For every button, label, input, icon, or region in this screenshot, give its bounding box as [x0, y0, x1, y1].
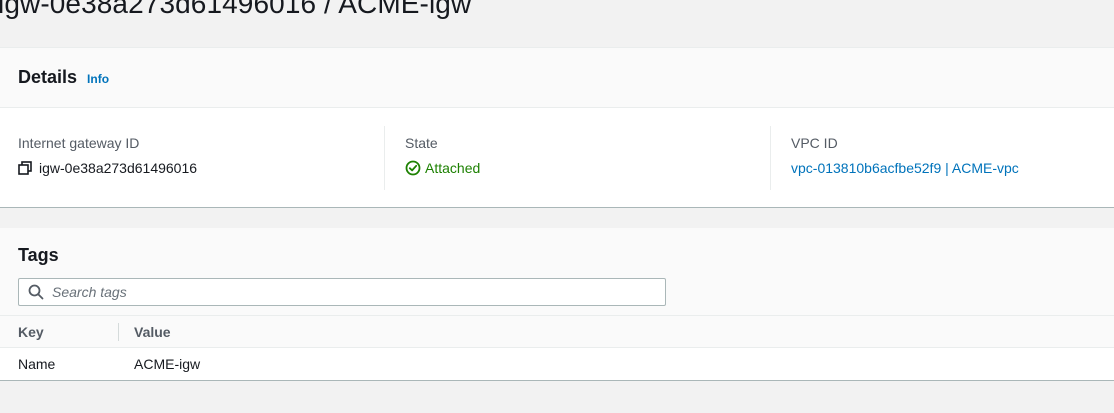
- column-header-key[interactable]: Key: [0, 322, 119, 341]
- vpc-field: vpc-013810b6acfbe52f9 | ACME-vpc: [791, 160, 1114, 176]
- state-label: State: [405, 135, 438, 151]
- tags-search-box[interactable]: [18, 278, 666, 306]
- column-header-value[interactable]: Value: [119, 324, 171, 340]
- gateway-id-field: igw-0e38a273d61496016: [18, 160, 384, 176]
- gateway-id-label: Internet gateway ID: [18, 135, 140, 151]
- tag-key-cell: Name: [18, 356, 56, 372]
- details-title: Details: [18, 67, 78, 87]
- state-column: State Attached: [385, 126, 771, 190]
- details-panel: Details Info Internet gateway ID igw-0e3…: [0, 47, 1114, 208]
- vpc-link[interactable]: vpc-013810b6acfbe52f9 | ACME-vpc: [791, 160, 1019, 176]
- gateway-id-column: Internet gateway ID igw-0e38a273d6149601…: [0, 126, 385, 190]
- tags-title: Tags: [18, 245, 59, 265]
- vpc-label: VPC ID: [791, 135, 838, 151]
- details-info-link[interactable]: Info: [87, 72, 109, 86]
- search-icon: [28, 284, 44, 300]
- tags-search-input[interactable]: [52, 284, 642, 300]
- tags-header: Tags: [0, 228, 1114, 316]
- tags-table-header: Key Value: [0, 316, 1114, 348]
- page-title: igw-0e38a273d61496016 / ACME-igw: [0, 0, 472, 19]
- tag-value-cell: ACME-igw: [134, 356, 201, 372]
- details-header: Details Info: [0, 48, 1114, 108]
- table-row: Name ACME-igw: [0, 348, 1114, 380]
- gateway-id-value: igw-0e38a273d61496016: [39, 160, 198, 176]
- tags-panel: Tags Key Value Name ACME-igw: [0, 228, 1114, 381]
- status-positive-icon: [405, 160, 421, 176]
- state-field: Attached: [405, 160, 770, 176]
- details-columns: Internet gateway ID igw-0e38a273d6149601…: [0, 108, 1114, 208]
- copy-icon[interactable]: [18, 161, 32, 175]
- vpc-column: VPC ID vpc-013810b6acfbe52f9 | ACME-vpc: [771, 126, 1114, 190]
- state-value: Attached: [425, 160, 481, 176]
